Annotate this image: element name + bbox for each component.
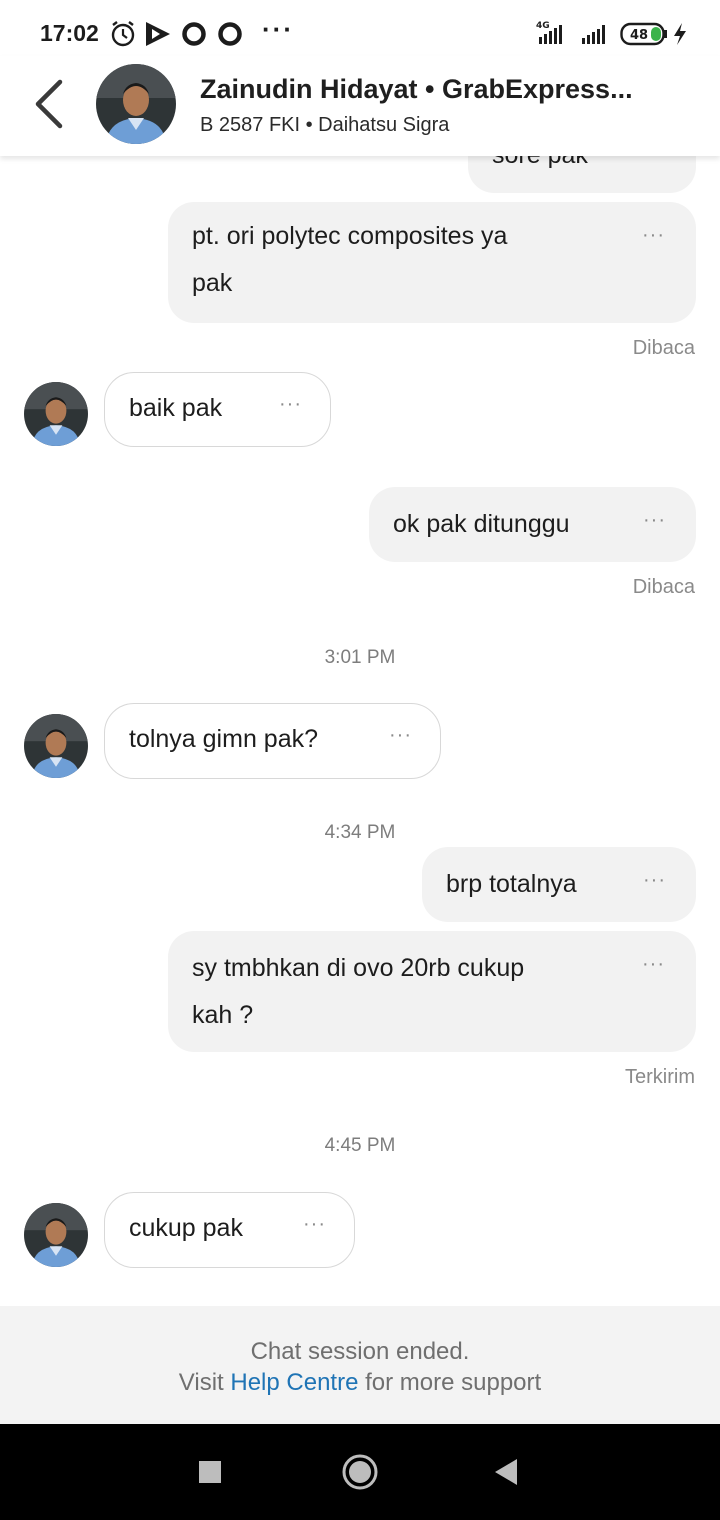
message-text: brp totalnya bbox=[446, 870, 577, 898]
more-options-icon[interactable]: ··· bbox=[642, 225, 665, 245]
driver-avatar[interactable] bbox=[24, 382, 88, 446]
more-options-icon[interactable]: ··· bbox=[642, 954, 665, 974]
battery-icon: 48 bbox=[620, 22, 670, 51]
time-separator: 4:34 PM bbox=[324, 822, 396, 843]
more-options-icon[interactable]: ··· bbox=[643, 870, 666, 890]
play-store-icon bbox=[144, 21, 172, 52]
message-bubble-incoming[interactable]: tolnya gimn pak? ··· bbox=[104, 703, 441, 779]
message-text: baik pak bbox=[129, 394, 223, 422]
help-centre-link[interactable]: Help Centre bbox=[230, 1369, 358, 1396]
signal-icon bbox=[580, 22, 612, 51]
home-circle-icon[interactable] bbox=[341, 1453, 379, 1496]
circle-icon bbox=[181, 21, 207, 52]
driver-name: Zainudin Hidayat • GrabExpress... bbox=[200, 74, 633, 104]
message-bubble-outgoing[interactable]: brp totalnya ··· bbox=[422, 847, 696, 922]
message-bubble-outgoing[interactable]: sy tmbhkan di ovo 20rb cukup kah ? ··· bbox=[168, 931, 696, 1052]
chevron-left-icon bbox=[35, 79, 63, 129]
read-receipt: Dibaca bbox=[632, 576, 695, 598]
recents-square-icon[interactable] bbox=[198, 1460, 222, 1489]
vehicle-info: B 2587 FKI • Daihatsu Sigra bbox=[200, 114, 450, 136]
message-bubble-outgoing[interactable]: ok pak ditunggu ··· bbox=[369, 487, 696, 562]
alarm-icon bbox=[110, 20, 136, 53]
help-prefix: Visit bbox=[178, 1369, 224, 1396]
status-time: 17:02 bbox=[40, 20, 99, 46]
message-bubble-incoming[interactable]: cukup pak ··· bbox=[104, 1192, 355, 1268]
help-text: Visit Help Centre for more support bbox=[0, 1369, 720, 1397]
message-text: pak bbox=[192, 269, 233, 297]
time-separator: 3:01 PM bbox=[324, 647, 396, 668]
charging-icon bbox=[672, 22, 688, 51]
message-bubble-outgoing[interactable]: pt. ori polytec composites ya pak ··· bbox=[168, 202, 696, 323]
driver-avatar[interactable] bbox=[96, 64, 176, 144]
more-options-icon[interactable]: ··· bbox=[303, 1214, 326, 1234]
more-options-icon[interactable]: ··· bbox=[279, 394, 302, 414]
signal-4g-icon: 4G bbox=[534, 18, 574, 53]
delivery-status: Terkirim bbox=[625, 1066, 695, 1088]
driver-avatar[interactable] bbox=[24, 1203, 88, 1267]
battery-level: 48 bbox=[630, 28, 648, 43]
read-receipt: Dibaca bbox=[632, 337, 695, 359]
message-bubble-incoming[interactable]: baik pak ··· bbox=[104, 372, 331, 447]
system-nav-bar bbox=[0, 1424, 720, 1520]
message-text: ok pak ditunggu bbox=[393, 510, 570, 538]
help-suffix: for more support bbox=[365, 1369, 542, 1396]
more-options-icon[interactable]: ··· bbox=[389, 725, 412, 745]
back-triangle-icon[interactable] bbox=[493, 1458, 519, 1491]
chat-messages[interactable]: sore pak pt. ori polytec composites ya p… bbox=[0, 156, 720, 1306]
time-separator: 4:45 PM bbox=[324, 1135, 396, 1156]
message-text: cukup pak bbox=[129, 1214, 243, 1242]
back-button[interactable] bbox=[28, 76, 72, 132]
more-dots-icon: ··· bbox=[262, 14, 294, 44]
session-ended-text: Chat session ended. bbox=[250, 1338, 470, 1365]
more-options-icon[interactable]: ··· bbox=[643, 510, 666, 530]
message-bubble-outgoing[interactable]: sore pak bbox=[468, 156, 696, 193]
network-label: 4G bbox=[536, 21, 550, 31]
message-text: pt. ori polytec composites ya bbox=[192, 222, 508, 250]
circle-icon bbox=[217, 21, 243, 52]
message-text: kah ? bbox=[192, 1001, 254, 1029]
chat-ended-footer: Chat session ended. Visit Help Centre fo… bbox=[0, 1306, 720, 1424]
driver-avatar[interactable] bbox=[24, 714, 88, 778]
message-text: tolnya gimn pak? bbox=[129, 725, 319, 753]
message-text: sore pak bbox=[492, 156, 588, 179]
chat-header: Zainudin Hidayat • GrabExpress... B 2587… bbox=[0, 56, 720, 156]
message-text: sy tmbhkan di ovo 20rb cukup bbox=[192, 954, 525, 982]
